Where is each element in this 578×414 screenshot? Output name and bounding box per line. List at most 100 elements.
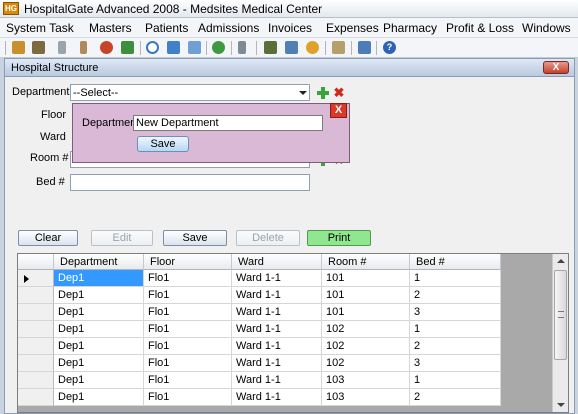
cell-room[interactable]: 103 [322,372,410,389]
cell-department[interactable]: Dep1 [54,355,144,372]
table-row[interactable]: Dep1 Flo1 Ward 1-1 102 3 [18,355,501,372]
edit-button[interactable]: Edit [91,230,153,246]
snake-icon[interactable] [100,41,113,54]
menu-profit-loss[interactable]: Profit & Loss [446,21,514,35]
table-row[interactable]: Dep1 Flo1 Ward 1-1 102 2 [18,338,501,355]
scroll-thumb[interactable] [554,270,567,360]
cell-bed[interactable]: 1 [410,270,501,287]
book-icon[interactable] [264,41,277,54]
bandage-icon[interactable] [121,41,134,54]
cell-floor[interactable]: Flo1 [144,389,232,406]
cell-ward[interactable]: Ward 1-1 [232,372,322,389]
bed-input[interactable] [70,174,310,191]
menu-pharmacy[interactable]: Pharmacy [383,21,437,35]
table-row[interactable]: Dep1 Flo1 Ward 1-1 101 2 [18,287,501,304]
folder-edit-icon[interactable] [188,41,201,54]
table-row[interactable]: Dep1 Flo1 Ward 1-1 103 2 [18,389,501,406]
cell-floor[interactable]: Flo1 [144,321,232,338]
menu-expenses[interactable]: Expenses [326,21,379,35]
cell-ward[interactable]: Ward 1-1 [232,270,322,287]
save-button[interactable]: Save [163,230,227,246]
cell-floor[interactable]: Flo1 [144,287,232,304]
scroll-up-arrow-icon[interactable] [553,254,568,268]
row-selector[interactable] [18,355,54,372]
cell-department[interactable]: Dep1 [54,372,144,389]
menu-system-task[interactable]: System Task [6,21,74,35]
coins-icon[interactable] [306,41,319,54]
cell-department[interactable]: Dep1 [54,304,144,321]
add-department-button[interactable] [317,87,329,99]
people-icon[interactable] [12,41,25,54]
cell-ward[interactable]: Ward 1-1 [232,321,322,338]
delete-button[interactable]: Delete [236,230,300,246]
cell-bed[interactable]: 1 [410,372,501,389]
cell-bed[interactable]: 3 [410,355,501,372]
chart-icon[interactable] [167,41,180,54]
cell-room[interactable]: 101 [322,287,410,304]
syringe-icon[interactable] [58,41,66,54]
delete-department-button[interactable]: ✖ [333,86,345,99]
cell-room[interactable]: 102 [322,321,410,338]
cell-department[interactable]: Dep1 [54,321,144,338]
cell-bed[interactable]: 3 [410,304,501,321]
row-selector[interactable] [18,304,54,321]
cell-bed[interactable]: 2 [410,287,501,304]
popup-department-input[interactable]: New Department [133,115,323,131]
cell-ward[interactable]: Ward 1-1 [232,304,322,321]
cell-bed[interactable]: 1 [410,321,501,338]
menu-windows[interactable]: Windows [522,21,571,35]
row-selector[interactable] [18,287,54,304]
help-icon[interactable]: ? [383,41,396,54]
column-header-bed[interactable]: Bed # [410,254,501,270]
cell-room[interactable]: 102 [322,355,410,372]
clock-icon[interactable] [146,41,159,54]
popup-save-button[interactable]: Save [137,136,189,152]
menu-invoices[interactable]: Invoices [268,21,312,35]
cell-room[interactable]: 101 [322,270,410,287]
cell-department[interactable]: Dep1 [54,287,144,304]
table-row[interactable]: Dep1 Flo1 Ward 1-1 101 1 [18,270,501,287]
row-selector[interactable] [18,321,54,338]
clear-button[interactable]: Clear [18,230,78,246]
cell-floor[interactable]: Flo1 [144,270,232,287]
cell-floor[interactable]: Flo1 [144,338,232,355]
column-header-department[interactable]: Department [54,254,144,270]
table-row[interactable]: Dep1 Flo1 Ward 1-1 101 3 [18,304,501,321]
person-icon[interactable] [358,41,371,54]
cell-room[interactable]: 103 [322,389,410,406]
scroll-down-arrow-icon[interactable] [553,398,568,412]
cell-department[interactable]: Dep1 [54,389,144,406]
table-row[interactable]: Dep1 Flo1 Ward 1-1 102 1 [18,321,501,338]
print-button[interactable]: Print [307,230,371,246]
bottle-icon[interactable] [238,41,246,54]
user-icon[interactable] [32,41,45,54]
structure-grid[interactable]: Department Floor Ward Room # Bed # Dep1 … [17,253,569,413]
cell-bed[interactable]: 2 [410,389,501,406]
row-selector[interactable] [18,338,54,355]
menu-masters[interactable]: Masters [89,21,132,35]
column-header-room[interactable]: Room # [322,254,410,270]
row-selector[interactable] [18,270,54,287]
grid-vertical-scrollbar[interactable] [552,254,568,412]
cell-department[interactable]: Dep1 [54,270,144,287]
cell-bed[interactable]: 2 [410,338,501,355]
note-icon[interactable] [332,41,345,54]
table-row[interactable]: Dep1 Flo1 Ward 1-1 103 1 [18,372,501,389]
popup-close-button[interactable]: X [330,103,347,118]
window-close-button[interactable]: X [543,61,569,74]
row-selector[interactable] [18,389,54,406]
cell-department[interactable]: Dep1 [54,338,144,355]
cell-ward[interactable]: Ward 1-1 [232,355,322,372]
row-selector[interactable] [18,372,54,389]
cell-ward[interactable]: Ward 1-1 [232,389,322,406]
cell-room[interactable]: 102 [322,338,410,355]
handshake-icon[interactable] [285,41,298,54]
money-icon[interactable] [212,41,225,54]
cell-floor[interactable]: Flo1 [144,372,232,389]
menu-patients[interactable]: Patients [145,21,188,35]
flask-icon[interactable] [80,41,87,54]
cell-floor[interactable]: Flo1 [144,304,232,321]
cell-ward[interactable]: Ward 1-1 [232,338,322,355]
cell-floor[interactable]: Flo1 [144,355,232,372]
column-header-floor[interactable]: Floor [144,254,232,270]
